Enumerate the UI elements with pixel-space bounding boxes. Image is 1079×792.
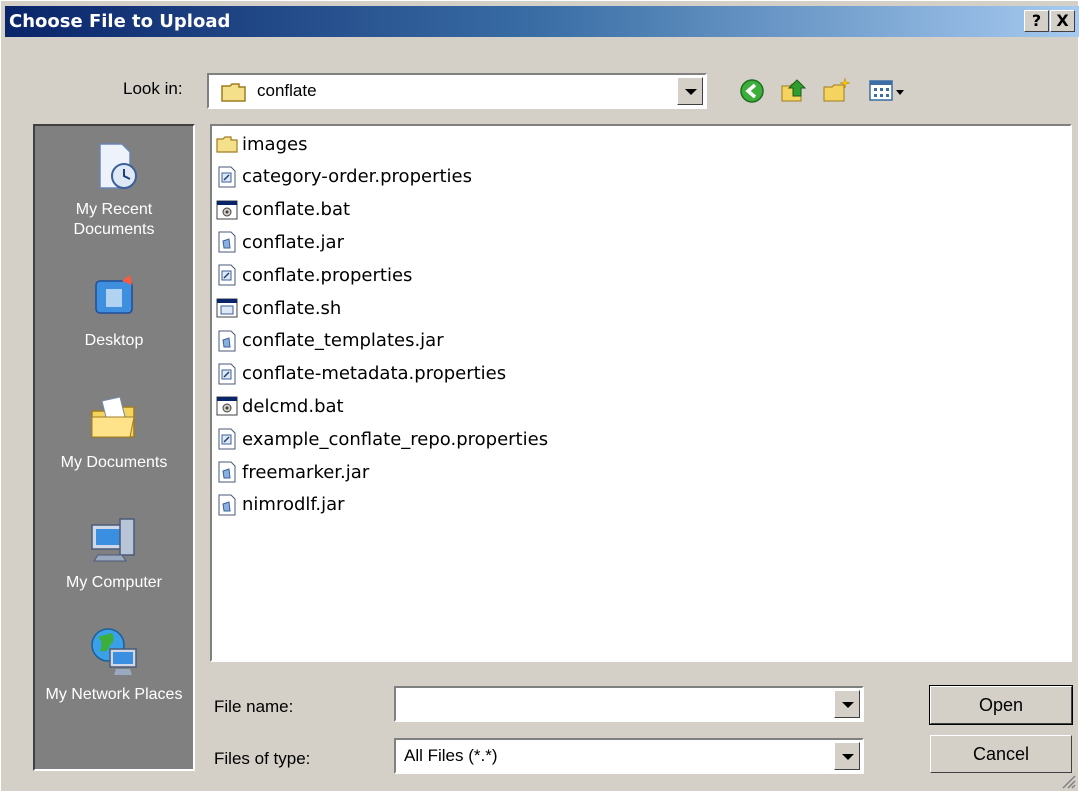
resize-grip-icon[interactable]: [1060, 773, 1076, 789]
file-name: conflate.properties: [242, 264, 413, 286]
file-item[interactable]: conflate.properties: [216, 259, 412, 291]
file-item[interactable]: images: [216, 128, 307, 160]
file-name-label: File name:: [214, 697, 294, 716]
file-name: example_conflate_repo.properties: [242, 428, 549, 450]
batch-file-icon: [216, 200, 238, 220]
place-network-places[interactable]: My Network Places: [35, 623, 193, 705]
place-recent-documents[interactable]: My Recent Documents: [35, 138, 193, 240]
window-title: Choose File to Upload: [9, 11, 231, 32]
place-my-computer[interactable]: My Computer: [35, 511, 193, 593]
back-icon[interactable]: [737, 76, 767, 106]
my-computer-icon: [91, 518, 135, 562]
up-folder-icon[interactable]: [779, 76, 809, 106]
file-item[interactable]: conflate_templates.jar: [216, 325, 444, 357]
open-button[interactable]: Open: [929, 685, 1073, 725]
file-item[interactable]: example_conflate_repo.properties: [216, 423, 548, 455]
file-name: conflate-metadata.properties: [242, 363, 507, 385]
file-item[interactable]: freemarker.jar: [216, 456, 369, 488]
file-type-value: All Files (*.*): [404, 746, 498, 765]
close-button[interactable]: X: [1050, 10, 1075, 32]
chevron-down-icon[interactable]: [834, 690, 860, 718]
script-file-icon: [216, 298, 238, 318]
file-name: conflate.sh: [242, 297, 342, 319]
file-item[interactable]: delcmd.bat: [216, 390, 344, 422]
batch-file-icon: [216, 396, 238, 416]
file-item[interactable]: nimrodlf.jar: [216, 489, 345, 521]
title-bar[interactable]: Choose File to Upload ? X: [5, 6, 1079, 37]
jar-file-icon: [218, 231, 236, 253]
properties-file-icon: [218, 264, 236, 286]
desktop-icon: [95, 275, 133, 314]
look-in-label: Look in:: [123, 79, 183, 98]
file-item[interactable]: category-order.properties: [216, 161, 472, 193]
place-label: My Documents: [60, 454, 168, 471]
file-item[interactable]: conflate.bat: [216, 194, 350, 226]
file-type-label: Files of type:: [214, 749, 311, 768]
file-name: category-order.properties: [242, 166, 472, 188]
properties-file-icon: [218, 363, 236, 385]
place-label: My Network Places: [45, 686, 183, 703]
place-label: Desktop: [84, 332, 144, 349]
file-name: nimrodlf.jar: [242, 494, 345, 516]
folder-icon: [221, 83, 246, 102]
view-menu-icon[interactable]: [867, 76, 913, 106]
file-name: freemarker.jar: [242, 461, 370, 483]
jar-file-icon: [218, 494, 236, 516]
chevron-down-icon[interactable]: [677, 77, 703, 105]
jar-file-icon: [218, 330, 236, 352]
file-item[interactable]: conflate.sh: [216, 292, 341, 324]
place-desktop[interactable]: Desktop: [35, 269, 193, 351]
file-name: images: [242, 133, 308, 155]
my-documents-icon: [91, 396, 135, 438]
jar-file-icon: [218, 461, 236, 483]
chevron-down-icon[interactable]: [834, 742, 860, 770]
places-bar: My Recent Documents Desktop My Documents: [33, 124, 195, 771]
place-my-documents[interactable]: My Documents: [35, 391, 193, 473]
file-item[interactable]: conflate-metadata.properties: [216, 358, 506, 390]
folder-file-icon: [216, 136, 238, 153]
properties-file-icon: [218, 428, 236, 450]
file-name: conflate.jar: [242, 231, 344, 253]
help-button[interactable]: ?: [1024, 10, 1049, 32]
file-name-input[interactable]: [394, 686, 864, 722]
file-name: conflate_templates.jar: [242, 330, 444, 352]
look-in-value: conflate: [257, 81, 317, 100]
properties-file-icon: [218, 166, 236, 188]
file-name: delcmd.bat: [242, 395, 344, 417]
file-name: conflate.bat: [242, 199, 351, 221]
recent-documents-icon: [99, 143, 137, 189]
place-label: My Recent Documents: [73, 201, 155, 238]
file-upload-dialog: Choose File to Upload ? X Look in: confl…: [0, 0, 1079, 792]
new-folder-icon[interactable]: [821, 76, 851, 106]
cancel-button[interactable]: Cancel: [930, 735, 1072, 773]
file-item[interactable]: conflate.jar: [216, 226, 344, 258]
network-places-icon: [91, 628, 137, 675]
place-label: My Computer: [65, 574, 163, 591]
file-type-select[interactable]: All Files (*.*): [394, 738, 864, 774]
look-in-dropdown[interactable]: conflate: [207, 73, 707, 109]
file-list[interactable]: images category-order.properties conflate.…: [210, 124, 1072, 662]
